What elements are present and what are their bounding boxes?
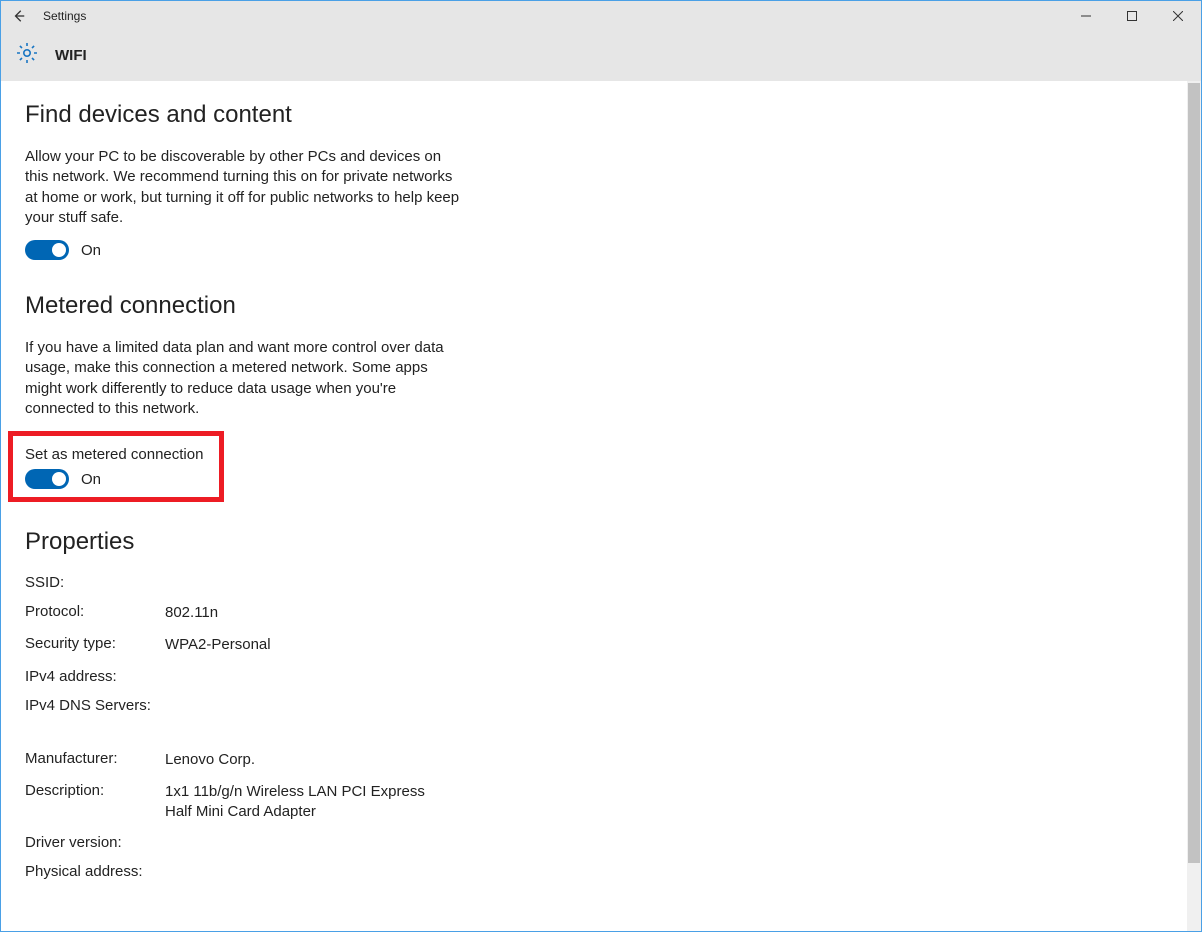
metered-highlight: Set as metered connection On (8, 431, 224, 502)
scrollbar-thumb[interactable] (1188, 83, 1200, 863)
prop-row: SSID: (25, 574, 1163, 591)
metered-heading: Metered connection (25, 292, 1163, 320)
prop-row: Manufacturer: Lenovo Corp. (25, 750, 1163, 770)
prop-row: Driver version: (25, 834, 1163, 851)
window-title: Settings (43, 9, 86, 23)
window-controls (1063, 1, 1201, 31)
prop-value: WPA2-Personal (165, 635, 271, 655)
close-icon (1173, 11, 1183, 21)
prop-label: Protocol: (25, 603, 165, 620)
find-toggle-row: On (25, 240, 1163, 260)
prop-row: Description: 1x1 11b/g/n Wireless LAN PC… (25, 782, 1163, 823)
prop-row: IPv4 address: (25, 668, 1163, 685)
prop-label: SSID: (25, 574, 165, 591)
content-scroll[interactable]: Find devices and content Allow your PC t… (1, 81, 1187, 931)
prop-gap (25, 726, 1163, 750)
back-button[interactable] (1, 1, 37, 31)
minimize-icon (1081, 11, 1091, 21)
prop-value: 802.11n (165, 603, 218, 623)
metered-toggle[interactable] (25, 469, 69, 489)
page-header: WIFI (1, 31, 1201, 81)
prop-label: Physical address: (25, 863, 165, 880)
back-arrow-icon (12, 9, 26, 23)
metered-sublabel: Set as metered connection (25, 446, 207, 463)
prop-label: Driver version: (25, 834, 165, 851)
prop-label: IPv4 DNS Servers: (25, 697, 165, 714)
find-toggle-label: On (81, 242, 101, 259)
scrollbar[interactable] (1187, 81, 1201, 931)
page-title: WIFI (55, 47, 87, 64)
titlebar: Settings (1, 1, 1201, 31)
prop-row: Security type: WPA2-Personal (25, 635, 1163, 655)
prop-label: IPv4 address: (25, 668, 165, 685)
metered-toggle-label: On (81, 471, 101, 488)
metered-toggle-row: On (25, 469, 207, 489)
find-description: Allow your PC to be discoverable by othe… (25, 147, 465, 228)
find-heading: Find devices and content (25, 101, 1163, 129)
prop-value: Lenovo Corp. (165, 750, 255, 770)
prop-label: Manufacturer: (25, 750, 165, 767)
properties-heading: Properties (25, 528, 1163, 556)
maximize-icon (1127, 11, 1137, 21)
maximize-button[interactable] (1109, 1, 1155, 31)
prop-row: Physical address: (25, 863, 1163, 880)
properties-list: SSID: Protocol: 802.11n Security type: W… (25, 574, 1163, 880)
prop-row: Protocol: 802.11n (25, 603, 1163, 623)
metered-description: If you have a limited data plan and want… (25, 338, 465, 419)
gear-icon (15, 41, 39, 70)
prop-row: IPv4 DNS Servers: (25, 697, 1163, 714)
prop-value: 1x1 11b/g/n Wireless LAN PCI Express Hal… (165, 782, 455, 823)
prop-label: Security type: (25, 635, 165, 652)
settings-window: Settings WIFI Find devices and content A… (0, 0, 1202, 932)
minimize-button[interactable] (1063, 1, 1109, 31)
find-toggle[interactable] (25, 240, 69, 260)
prop-label: Description: (25, 782, 165, 799)
content-area: Find devices and content Allow your PC t… (1, 81, 1201, 931)
close-button[interactable] (1155, 1, 1201, 31)
